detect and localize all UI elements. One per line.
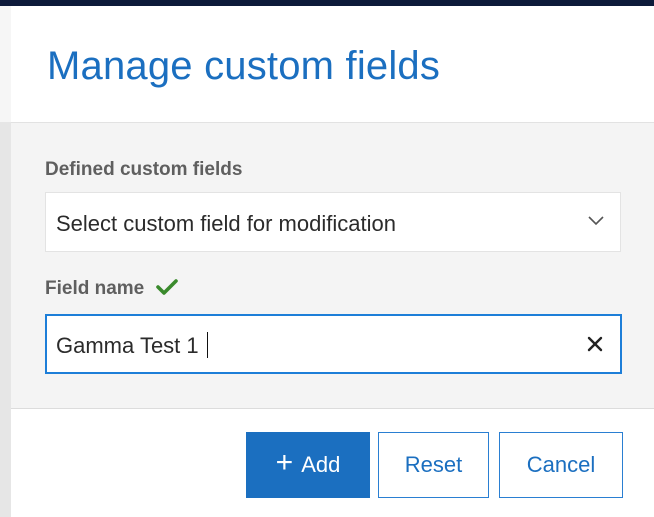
plus-icon: +: [275, 446, 294, 479]
dialog-footer: + Add Reset Cancel: [11, 409, 654, 517]
field-name-input-value: Gamma Test 1: [56, 332, 209, 359]
field-name-label: Field name: [45, 278, 145, 299]
left-edge-top: [0, 6, 11, 122]
manage-custom-fields-dialog: Manage custom fields Defined custom fiel…: [0, 0, 654, 517]
dialog-body: Defined custom fields Select custom fiel…: [11, 123, 654, 409]
text-caret: [206, 332, 209, 358]
dialog-header: Manage custom fields: [11, 6, 654, 123]
reset-button[interactable]: Reset: [378, 432, 489, 498]
dialog-title: Manage custom fields: [47, 44, 441, 88]
close-icon[interactable]: [586, 335, 604, 353]
add-button[interactable]: + Add: [246, 432, 370, 498]
chevron-down-icon: [588, 216, 604, 226]
defined-fields-select[interactable]: Select custom field for modification: [45, 192, 621, 252]
defined-fields-label: Defined custom fields: [45, 159, 243, 180]
field-name-input[interactable]: Gamma Test 1: [45, 314, 622, 374]
cancel-button-label: Cancel: [526, 452, 596, 477]
field-name-value-text: Gamma Test 1: [56, 333, 199, 358]
reset-button-label: Reset: [404, 452, 463, 477]
checkmark-icon: [155, 279, 178, 295]
field-name-label-row: Field name: [45, 278, 178, 300]
cancel-button[interactable]: Cancel: [499, 432, 623, 498]
add-button-label: Add: [301, 452, 341, 477]
defined-fields-selected-value: Select custom field for modification: [56, 211, 396, 236]
